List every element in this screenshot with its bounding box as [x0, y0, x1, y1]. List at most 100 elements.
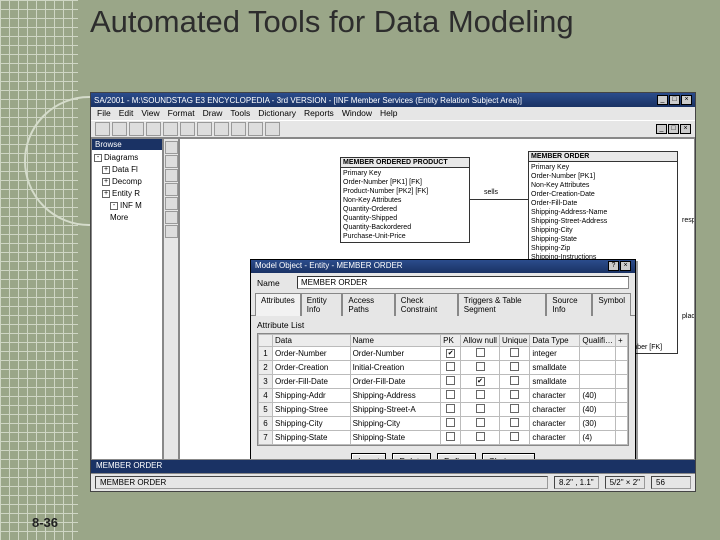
grid-row[interactable]: 2Order-CreationInitial-Creationsmalldate: [259, 361, 628, 375]
tree-item[interactable]: +Entity R: [94, 188, 160, 200]
cell-data[interactable]: Shipping-Addr: [273, 389, 351, 403]
cell-unique[interactable]: [499, 347, 529, 361]
tree-item[interactable]: -INF M: [94, 200, 160, 212]
dialog-titlebar[interactable]: Model Object - Entity - MEMBER ORDER ? ×: [251, 260, 635, 273]
cell-datatype[interactable]: character: [530, 389, 580, 403]
erd-canvas[interactable]: MEMBER ORDERED PRODUCT Primary Key Order…: [179, 138, 695, 460]
maximize-icon[interactable]: □: [669, 95, 680, 105]
checkbox-icon[interactable]: [510, 362, 519, 371]
tree-item[interactable]: +Decomp: [94, 176, 160, 188]
tab-check-constraint[interactable]: Check Constraint: [395, 293, 458, 316]
tool-icon[interactable]: [180, 122, 195, 136]
menu-help[interactable]: Help: [380, 108, 397, 119]
tool-icon[interactable]: [112, 122, 127, 136]
col-pk[interactable]: PK: [441, 335, 461, 347]
tool-icon[interactable]: [265, 122, 280, 136]
col-qualif[interactable]: Qualifi…: [580, 335, 616, 347]
expand-icon[interactable]: -: [94, 154, 102, 162]
cell-datatype[interactable]: character: [530, 403, 580, 417]
col-unique[interactable]: Unique: [499, 335, 529, 347]
checkbox-icon[interactable]: [476, 418, 485, 427]
cell-qualifier[interactable]: (30): [580, 417, 616, 431]
tool-icon[interactable]: [95, 122, 110, 136]
cell-qualifier[interactable]: [580, 375, 616, 389]
tree-item[interactable]: +Data Fl: [94, 164, 160, 176]
menu-tools[interactable]: Tools: [230, 108, 250, 119]
cell-allownull[interactable]: [461, 361, 500, 375]
cell-qualifier[interactable]: (40): [580, 389, 616, 403]
tree-item[interactable]: -Diagrams: [94, 152, 160, 164]
tree-item[interactable]: More: [94, 212, 160, 224]
doc-close-icon[interactable]: ×: [680, 124, 691, 134]
checkbox-icon[interactable]: [446, 349, 455, 358]
draw-tool-icon[interactable]: [165, 155, 178, 168]
app-titlebar[interactable]: SA/2001 - M:\SOUNDSTAG E3 ENCYCLOPEDIA -…: [91, 93, 695, 107]
tool-icon[interactable]: [163, 122, 178, 136]
close-icon[interactable]: ×: [681, 95, 692, 105]
tool-icon[interactable]: [248, 122, 263, 136]
cell-data[interactable]: Order-Creation: [273, 361, 351, 375]
col-allownull[interactable]: Allow null: [461, 335, 500, 347]
menu-window[interactable]: Window: [342, 108, 372, 119]
checkbox-icon[interactable]: [476, 377, 485, 386]
cell-pk[interactable]: [441, 361, 461, 375]
tab-symbol[interactable]: Symbol: [592, 293, 631, 316]
name-input[interactable]: [297, 276, 629, 289]
cell-unique[interactable]: [499, 403, 529, 417]
cell-data[interactable]: Shipping-City: [273, 417, 351, 431]
expand-icon[interactable]: +: [102, 190, 110, 198]
checkbox-icon[interactable]: [446, 432, 455, 441]
cell-more[interactable]: [616, 431, 628, 445]
tool-icon[interactable]: [231, 122, 246, 136]
menu-dictionary[interactable]: Dictionary: [258, 108, 296, 119]
cell-name[interactable]: Order-Fill-Date: [350, 375, 441, 389]
doc-restore-icon[interactable]: □: [668, 124, 679, 134]
col-more[interactable]: +: [616, 335, 628, 347]
col-name[interactable]: Name: [350, 335, 441, 347]
tab-triggers[interactable]: Triggers & Table Segment: [458, 293, 547, 316]
cell-datatype[interactable]: integer: [530, 347, 580, 361]
cell-more[interactable]: [616, 403, 628, 417]
cell-more[interactable]: [616, 361, 628, 375]
cell-pk[interactable]: [441, 431, 461, 445]
grid-row[interactable]: 7Shipping-StateShipping-Statecharacter(4…: [259, 431, 628, 445]
cell-pk[interactable]: [441, 403, 461, 417]
cell-unique[interactable]: [499, 431, 529, 445]
draw-tool-icon[interactable]: [165, 169, 178, 182]
draw-tool-icon[interactable]: [165, 183, 178, 196]
define-button[interactable]: Define: [437, 453, 476, 460]
cell-pk[interactable]: [441, 347, 461, 361]
checkbox-icon[interactable]: [476, 390, 485, 399]
cell-qualifier[interactable]: (40): [580, 403, 616, 417]
checkbox-icon[interactable]: [510, 390, 519, 399]
cell-more[interactable]: [616, 375, 628, 389]
draw-tool-icon[interactable]: [165, 141, 178, 154]
delete-row-button[interactable]: Delete: [392, 453, 431, 460]
cell-name[interactable]: Shipping-Street-A: [350, 403, 441, 417]
menu-view[interactable]: View: [141, 108, 159, 119]
cell-name[interactable]: Shipping-State: [350, 431, 441, 445]
grid-row[interactable]: 1Order-NumberOrder-Numberinteger: [259, 347, 628, 361]
cell-allownull[interactable]: [461, 417, 500, 431]
tool-icon[interactable]: [197, 122, 212, 136]
cell-qualifier[interactable]: [580, 361, 616, 375]
expand-icon[interactable]: +: [102, 166, 110, 174]
cell-qualifier[interactable]: (4): [580, 431, 616, 445]
cell-data[interactable]: Order-Fill-Date: [273, 375, 351, 389]
cell-allownull[interactable]: [461, 347, 500, 361]
cell-name[interactable]: Shipping-Address: [350, 389, 441, 403]
tool-icon[interactable]: [214, 122, 229, 136]
checkbox-icon[interactable]: [510, 348, 519, 357]
cell-unique[interactable]: [499, 417, 529, 431]
cell-datatype[interactable]: character: [530, 417, 580, 431]
grid-row[interactable]: 5Shipping-StreeShipping-Street-Acharacte…: [259, 403, 628, 417]
checkbox-icon[interactable]: [446, 404, 455, 413]
checkbox-icon[interactable]: [476, 362, 485, 371]
draw-tool-icon[interactable]: [165, 225, 178, 238]
col-data[interactable]: Data: [273, 335, 351, 347]
choices-button[interactable]: Choices…: [482, 453, 535, 460]
cell-pk[interactable]: [441, 417, 461, 431]
cell-more[interactable]: [616, 417, 628, 431]
grid-row[interactable]: 6Shipping-CityShipping-Citycharacter(30): [259, 417, 628, 431]
expand-icon[interactable]: +: [102, 178, 110, 186]
